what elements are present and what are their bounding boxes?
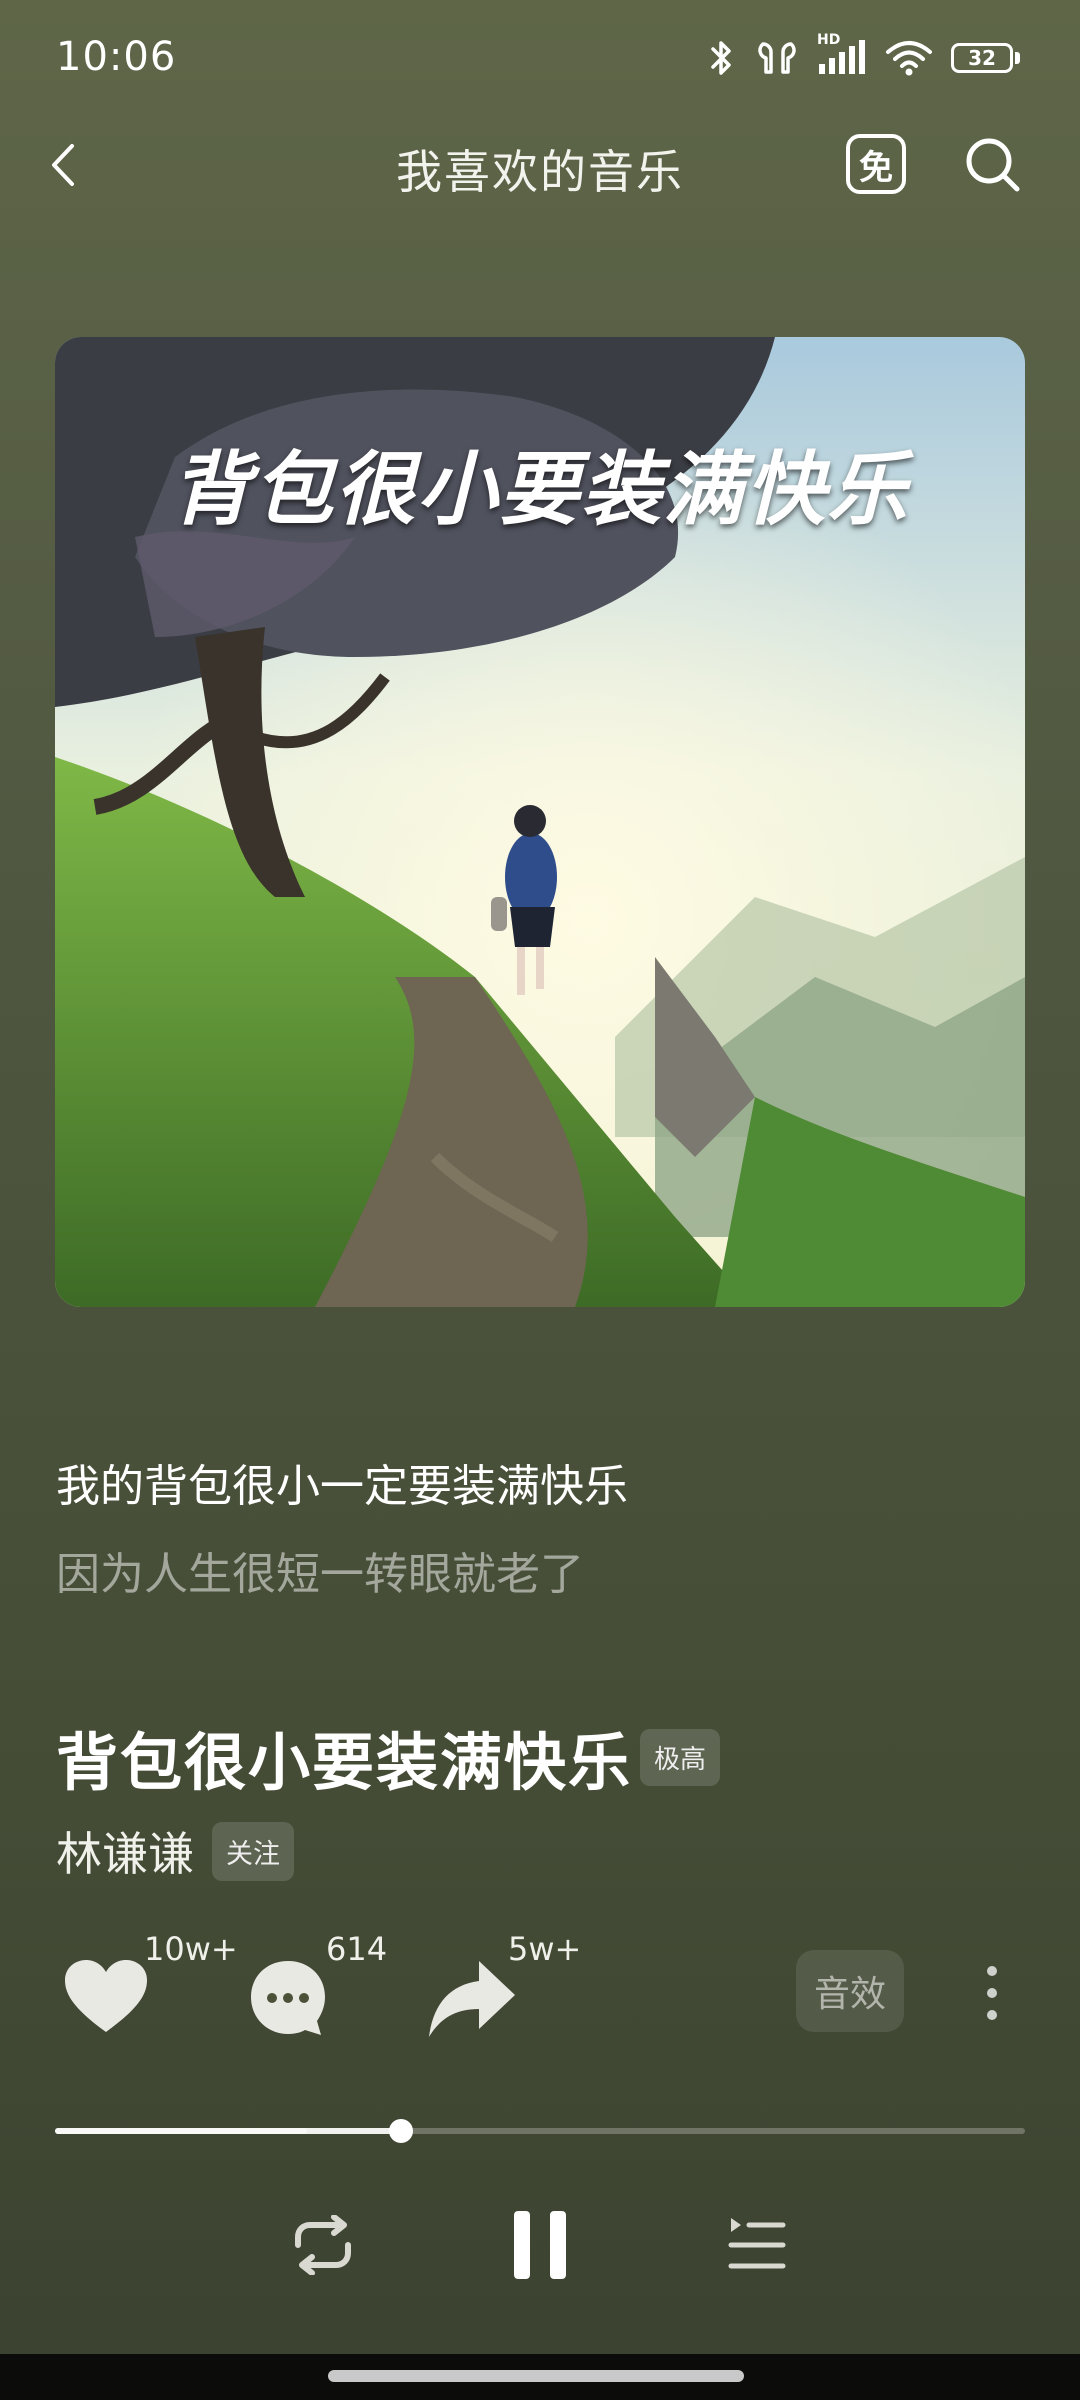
artist-info: 林谦谦 关注 <box>56 1818 294 1884</box>
comment-count: 614 <box>326 1930 388 1968</box>
comment-icon <box>251 1961 325 2035</box>
pause-button[interactable] <box>500 2200 580 2290</box>
home-indicator[interactable] <box>328 2370 744 2382</box>
more-dot <box>987 2010 997 2020</box>
playlist-icon <box>728 2218 786 2269</box>
action-row: 10w+ 614 5w+ 音效 <box>0 1930 1080 2060</box>
progress-thumb[interactable] <box>389 2119 414 2143</box>
signal-icon: HD <box>817 32 867 78</box>
lyric-current-line[interactable]: 我的背包很小一定要装满快乐 <box>56 1450 628 1514</box>
quality-badge[interactable]: 极高 <box>640 1728 721 1786</box>
more-vertical-icon <box>987 1966 997 1976</box>
progress-played <box>55 2128 402 2134</box>
repeat-button[interactable] <box>286 2208 360 2282</box>
battery-tip <box>1015 52 1020 64</box>
playlist-button[interactable] <box>720 2208 794 2282</box>
like-button[interactable] <box>58 1952 154 2042</box>
network-label: HD <box>817 32 841 48</box>
heart-icon <box>65 1960 147 2032</box>
free-mode-icon: 免 <box>859 147 893 188</box>
like-count: 10w+ <box>144 1930 238 1968</box>
wifi-icon <box>885 38 933 78</box>
status-time: 10:06 <box>56 34 177 80</box>
repeat-icon <box>295 2215 351 2275</box>
battery-icon: 32 <box>951 43 1020 73</box>
page-title: 我喜欢的音乐 <box>396 145 684 199</box>
artist-name[interactable]: 林谦谦 <box>56 1818 194 1884</box>
comment-button[interactable] <box>242 1952 334 2044</box>
top-bar: 我喜欢的音乐 免 <box>0 120 1080 210</box>
share-icon <box>429 1961 515 2037</box>
pause-icon <box>514 2211 566 2279</box>
search-icon <box>966 138 1020 192</box>
bluetooth-icon <box>707 38 737 78</box>
status-icons: HD 32 <box>707 32 1020 78</box>
battery-level: 32 <box>951 43 1013 73</box>
album-art[interactable]: 背包很小要装满快乐 <box>55 337 1025 1307</box>
search-button[interactable] <box>960 132 1026 198</box>
follow-button[interactable]: 关注 <box>212 1821 294 1881</box>
system-nav-bar <box>0 2354 1080 2400</box>
playback-controls <box>0 2200 1080 2290</box>
more-options-button[interactable] <box>972 1958 1012 2028</box>
earbuds-icon <box>755 38 799 78</box>
more-dot <box>987 1988 997 1998</box>
share-button[interactable] <box>424 1952 520 2044</box>
song-title[interactable]: 背包很小要装满快乐 <box>56 1712 632 1802</box>
album-art-title: 背包很小要装满快乐 <box>171 442 909 536</box>
song-info: 背包很小要装满快乐 极高 <box>56 1712 721 1802</box>
status-bar: 10:06 HD 32 <box>0 0 1080 120</box>
progress-bar[interactable] <box>55 2116 1025 2146</box>
sound-effect-button[interactable]: 音效 <box>796 1950 904 2032</box>
free-mode-button[interactable]: 免 <box>846 134 906 194</box>
lyric-next-line[interactable]: 因为人生很短一转眼就老了 <box>56 1538 584 1602</box>
share-count: 5w+ <box>508 1930 582 1968</box>
